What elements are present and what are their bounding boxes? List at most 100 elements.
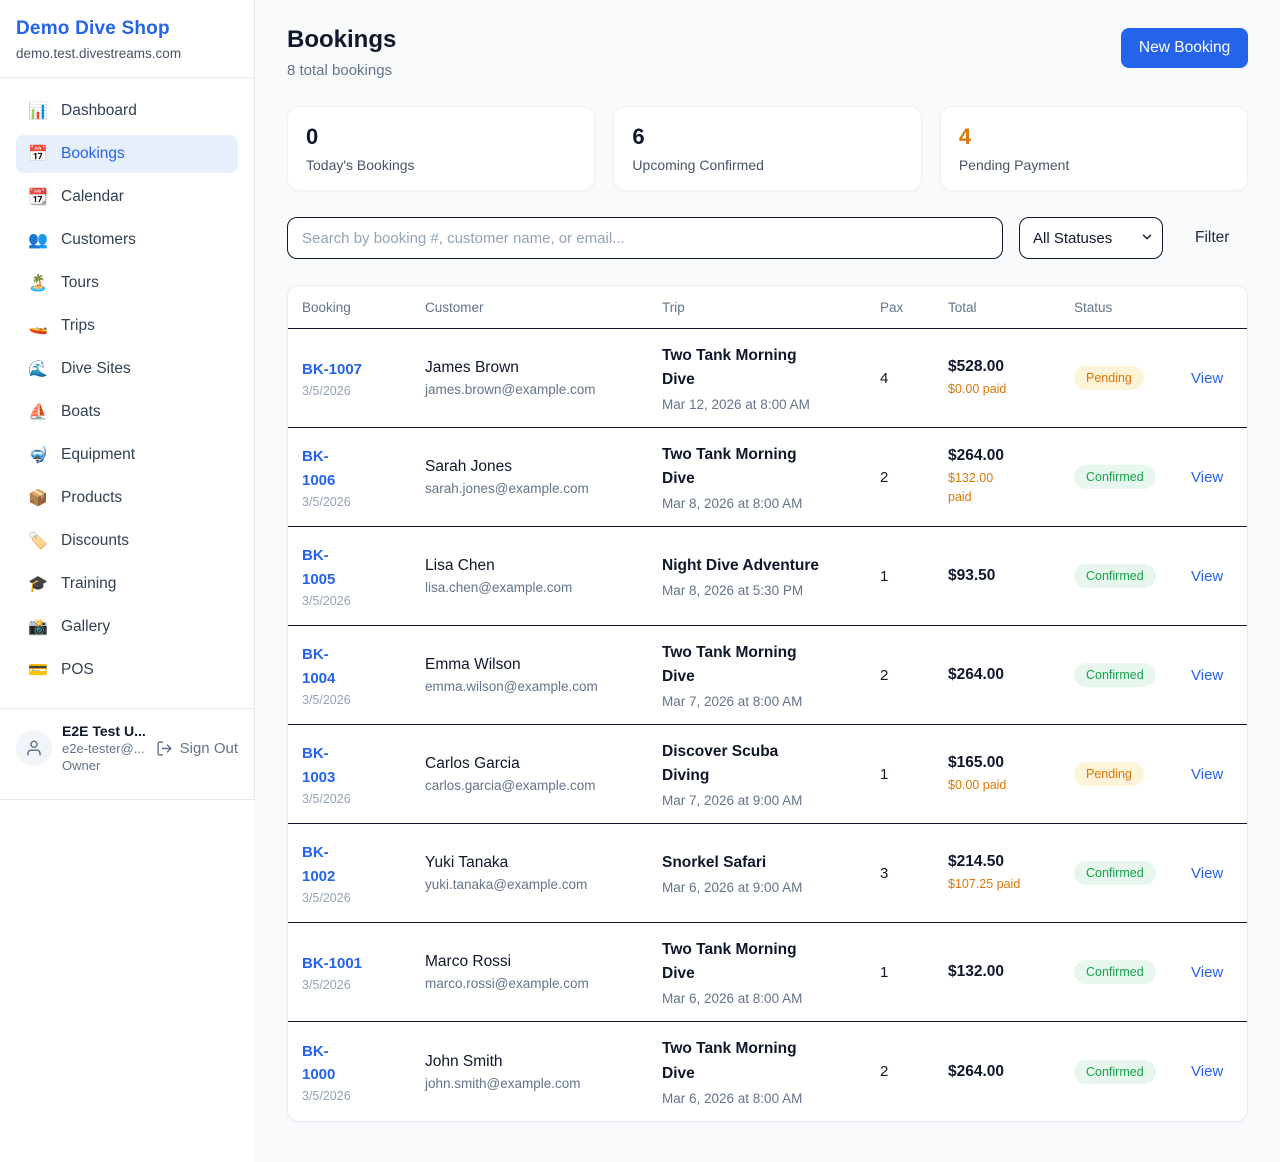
- stat-card: 0 Today's Bookings: [287, 106, 595, 191]
- products-icon: 📦: [28, 488, 48, 508]
- sidebar-item-trips[interactable]: 🚤 Trips: [16, 307, 238, 345]
- sidebar-item-products[interactable]: 📦 Products: [16, 479, 238, 517]
- booking-date: 3/5/2026: [302, 891, 415, 905]
- booking-id-link[interactable]: BK- 1003: [302, 742, 415, 789]
- sidebar-item-dive-sites[interactable]: 🌊 Dive Sites: [16, 350, 238, 388]
- status-badge: Confirmed: [1074, 663, 1156, 687]
- sidebar-item-label: Customers: [61, 231, 136, 249]
- toolbar: All Statuses Filter: [287, 217, 1248, 259]
- sidebar-item-dashboard[interactable]: 📊 Dashboard: [16, 92, 238, 130]
- status-badge: Confirmed: [1074, 960, 1156, 984]
- view-link[interactable]: View: [1191, 766, 1223, 783]
- new-booking-button[interactable]: New Booking: [1121, 28, 1248, 68]
- customer-name: Emma Wilson: [425, 656, 652, 674]
- column-header-pax: Pax: [880, 300, 948, 315]
- customer-name: James Brown: [425, 359, 652, 377]
- bookings-count: 8 total bookings: [287, 62, 396, 79]
- booking-id-link[interactable]: BK- 1006: [302, 445, 415, 492]
- sidebar-item-discounts[interactable]: 🏷️ Discounts: [16, 522, 238, 560]
- booking-date: 3/5/2026: [302, 1089, 415, 1103]
- app-root: Demo Dive Shop demo.test.divestreams.com…: [0, 0, 1280, 1162]
- paid-amount: $132.00 paid: [948, 469, 1064, 507]
- view-link[interactable]: View: [1191, 469, 1223, 486]
- sidebar-item-bookings[interactable]: 📅 Bookings: [16, 135, 238, 173]
- user-info: E2E Test U... e2e-tester@... Owner: [62, 723, 146, 773]
- user-box: E2E Test U... e2e-tester@... Owner Sign …: [0, 708, 254, 787]
- sidebar-item-training[interactable]: 🎓 Training: [16, 565, 238, 603]
- customers-icon: 👥: [28, 230, 48, 250]
- pax-count: 2: [880, 469, 938, 486]
- column-header-booking: Booking: [302, 300, 425, 315]
- sidebar-item-tours[interactable]: 🏝️ Tours: [16, 264, 238, 302]
- trip-name: Discover Scuba Diving: [662, 740, 870, 788]
- sidebar-item-customers[interactable]: 👥 Customers: [16, 221, 238, 259]
- status-badge: Pending: [1074, 762, 1144, 786]
- sidebar-item-boats[interactable]: ⛵ Boats: [16, 393, 238, 431]
- status-badge: Confirmed: [1074, 564, 1156, 588]
- booking-id-link[interactable]: BK- 1005: [302, 544, 415, 591]
- search-input[interactable]: [287, 217, 1003, 259]
- stat-label: Pending Payment: [959, 157, 1229, 173]
- booking-date: 3/5/2026: [302, 384, 415, 398]
- sidebar-item-label: Boats: [61, 403, 101, 421]
- trip-name: Two Tank Morning Dive: [662, 938, 870, 986]
- sidebar-item-calendar[interactable]: 📆 Calendar: [16, 178, 238, 216]
- pax-count: 3: [880, 865, 938, 882]
- column-header-trip: Trip: [662, 300, 880, 315]
- training-icon: 🎓: [28, 574, 48, 594]
- discounts-icon: 🏷️: [28, 531, 48, 551]
- page-title-block: Bookings 8 total bookings: [287, 26, 396, 79]
- stat-card: 4 Pending Payment: [940, 106, 1248, 191]
- booking-id-link[interactable]: BK-1007: [302, 358, 415, 381]
- table-row: BK- 1004 3/5/2026 Emma Wilson emma.wilso…: [288, 626, 1247, 725]
- trip-name: Two Tank Morning Dive: [662, 443, 870, 491]
- trip-datetime: Mar 6, 2026 at 9:00 AM: [662, 880, 870, 895]
- paid-amount: $0.00 paid: [948, 380, 1064, 399]
- trip-name: Two Tank Morning Dive: [662, 641, 870, 689]
- view-link[interactable]: View: [1191, 1063, 1223, 1080]
- customer-email: john.smith@example.com: [425, 1076, 652, 1091]
- booking-id-link[interactable]: BK-1001: [302, 952, 415, 975]
- sidebar-item-label: Dashboard: [61, 102, 137, 120]
- sidebar-item-gallery[interactable]: 📸 Gallery: [16, 608, 238, 646]
- customer-email: lisa.chen@example.com: [425, 580, 652, 595]
- trip-datetime: Mar 8, 2026 at 5:30 PM: [662, 583, 870, 598]
- sign-out-button[interactable]: Sign Out: [156, 740, 238, 757]
- booking-date: 3/5/2026: [302, 594, 415, 608]
- shop-domain: demo.test.divestreams.com: [16, 46, 238, 61]
- dashboard-icon: 📊: [28, 101, 48, 121]
- main-content: Bookings 8 total bookings New Booking 0 …: [255, 0, 1280, 1162]
- stat-value: 4: [959, 124, 1229, 150]
- total-amount: $214.50: [948, 853, 1064, 871]
- column-header-customer: Customer: [425, 300, 662, 315]
- view-link[interactable]: View: [1191, 667, 1223, 684]
- view-link[interactable]: View: [1191, 568, 1223, 585]
- logout-icon: [156, 740, 173, 757]
- view-link[interactable]: View: [1191, 370, 1223, 387]
- pax-count: 1: [880, 964, 938, 981]
- equipment-icon: 🤿: [28, 445, 48, 465]
- view-link[interactable]: View: [1191, 964, 1223, 981]
- sidebar-item-label: POS: [61, 661, 94, 679]
- customer-email: emma.wilson@example.com: [425, 679, 652, 694]
- sidebar-item-pos[interactable]: 💳 POS: [16, 651, 238, 689]
- tours-icon: 🏝️: [28, 273, 48, 293]
- filter-button[interactable]: Filter: [1195, 229, 1229, 247]
- avatar: [16, 730, 52, 766]
- table-row: BK- 1000 3/5/2026 John Smith john.smith@…: [288, 1022, 1247, 1121]
- booking-id-link[interactable]: BK- 1004: [302, 643, 415, 690]
- sidebar-item-label: Dive Sites: [61, 360, 131, 378]
- booking-id-link[interactable]: BK- 1002: [302, 841, 415, 888]
- status-filter-select[interactable]: All Statuses: [1019, 217, 1163, 259]
- trip-datetime: Mar 6, 2026 at 8:00 AM: [662, 1091, 870, 1106]
- total-amount: $264.00: [948, 666, 1064, 684]
- user-email: e2e-tester@...: [62, 741, 146, 756]
- booking-id-link[interactable]: BK- 1000: [302, 1040, 415, 1087]
- customer-email: james.brown@example.com: [425, 382, 652, 397]
- paid-amount: $0.00 paid: [948, 776, 1064, 795]
- table-body: BK-1007 3/5/2026 James Brown james.brown…: [288, 329, 1247, 1121]
- booking-date: 3/5/2026: [302, 495, 415, 509]
- sidebar-item-equipment[interactable]: 🤿 Equipment: [16, 436, 238, 474]
- user-role: Owner: [62, 758, 146, 773]
- view-link[interactable]: View: [1191, 865, 1223, 882]
